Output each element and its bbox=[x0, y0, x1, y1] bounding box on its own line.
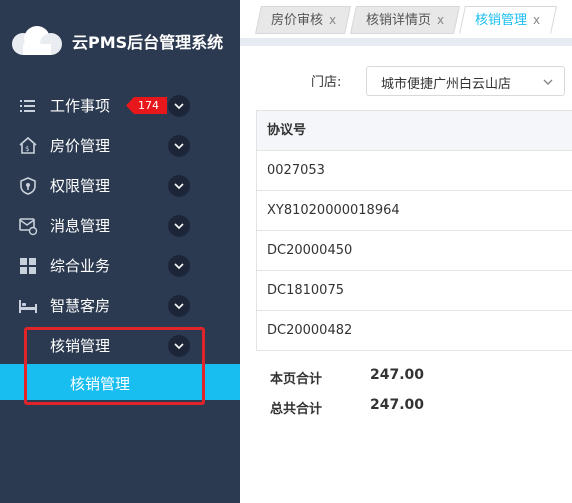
chevron-down-icon[interactable] bbox=[168, 135, 190, 157]
sidebar-item-label: 智慧客房 bbox=[50, 297, 111, 315]
grid-icon bbox=[20, 258, 36, 274]
sidebar-item-label: 工作事项 bbox=[50, 97, 111, 115]
chevron-down-icon[interactable] bbox=[168, 95, 190, 117]
sidebar-item-label: 综合业务 bbox=[50, 257, 111, 275]
tab-label: 核销管理 bbox=[475, 13, 528, 28]
house-price-icon: $ bbox=[19, 136, 37, 154]
table-row[interactable]: DC20000482 bbox=[257, 311, 572, 351]
table-row[interactable]: XY81020000018964 bbox=[257, 191, 572, 231]
grand-total-value: 247.00 bbox=[370, 397, 425, 413]
tab-writeoff-management[interactable]: 核销管理 x bbox=[459, 6, 557, 34]
table-header-agreement-no: 协议号 bbox=[257, 111, 572, 151]
page-total-label: 本页合计 bbox=[270, 372, 323, 387]
sidebar-item-label: 房价管理 bbox=[50, 137, 111, 155]
tab-label: 核销详情页 bbox=[366, 13, 432, 28]
sidebar-item-writeoff[interactable]: 核销管理 bbox=[0, 326, 240, 366]
agreement-table: 协议号 0027053 XY81020000018964 DC20000450 … bbox=[256, 110, 572, 351]
sidebar-item-permissions[interactable]: 权限管理 bbox=[0, 166, 240, 206]
bed-icon bbox=[19, 300, 37, 313]
table-row[interactable]: 0027053 bbox=[257, 151, 572, 191]
chevron-down-icon[interactable] bbox=[168, 295, 190, 317]
sidebar: 云PMS后台管理系统 工作事项 174 $ 房价管理 权限管理 消息管理 综合业… bbox=[0, 0, 240, 503]
chevron-down-icon[interactable] bbox=[168, 175, 190, 197]
sidebar-item-label: 权限管理 bbox=[50, 177, 111, 195]
table-row[interactable]: DC1810075 bbox=[257, 271, 572, 311]
sidebar-item-label: 核销管理 bbox=[50, 337, 111, 355]
chevron-down-icon[interactable] bbox=[168, 255, 190, 277]
chevron-down-icon[interactable] bbox=[168, 335, 190, 357]
table-row[interactable]: DC20000450 bbox=[257, 231, 572, 271]
close-icon[interactable]: x bbox=[533, 13, 540, 27]
logo-row: 云PMS后台管理系统 bbox=[0, 0, 240, 80]
store-select-value: 城市便捷广州白云山店 bbox=[381, 77, 512, 92]
store-select[interactable]: 城市便捷广州白云山店 bbox=[366, 66, 565, 96]
notification-badge: 174 bbox=[126, 97, 167, 114]
chevron-down-icon bbox=[543, 79, 553, 85]
tab-label: 房价审核 bbox=[271, 13, 324, 28]
svg-text:$: $ bbox=[25, 145, 29, 153]
message-settings-icon bbox=[19, 218, 38, 236]
page-total-value: 247.00 bbox=[370, 367, 425, 383]
app-title: 云PMS后台管理系统 bbox=[72, 33, 224, 52]
sidebar-item-integrated-business[interactable]: 综合业务 bbox=[0, 246, 240, 286]
sidebar-subitem-label: 核销管理 bbox=[70, 375, 131, 393]
chevron-down-icon[interactable] bbox=[168, 215, 190, 237]
grand-total-label: 总共合计 bbox=[270, 402, 323, 417]
sidebar-item-smart-rooms[interactable]: 智慧客房 bbox=[0, 286, 240, 326]
sidebar-item-messages[interactable]: 消息管理 bbox=[0, 206, 240, 246]
tab-bar-divider bbox=[240, 38, 572, 46]
cloud-logo-icon bbox=[12, 26, 62, 55]
tab-writeoff-detail[interactable]: 核销详情页 x bbox=[350, 6, 460, 34]
close-icon[interactable]: x bbox=[329, 13, 336, 27]
sidebar-item-room-price[interactable]: $ 房价管理 bbox=[0, 126, 240, 166]
sidebar-item-label: 消息管理 bbox=[50, 217, 111, 235]
shield-icon bbox=[20, 177, 36, 195]
tab-room-price-review[interactable]: 房价审核 x bbox=[255, 6, 351, 34]
sidebar-subitem-writeoff[interactable]: 核销管理 bbox=[0, 364, 240, 400]
list-icon bbox=[20, 100, 35, 112]
close-icon[interactable]: x bbox=[437, 13, 444, 27]
store-label: 门店: bbox=[311, 75, 342, 90]
sidebar-item-work-items[interactable]: 工作事项 174 bbox=[0, 86, 240, 126]
